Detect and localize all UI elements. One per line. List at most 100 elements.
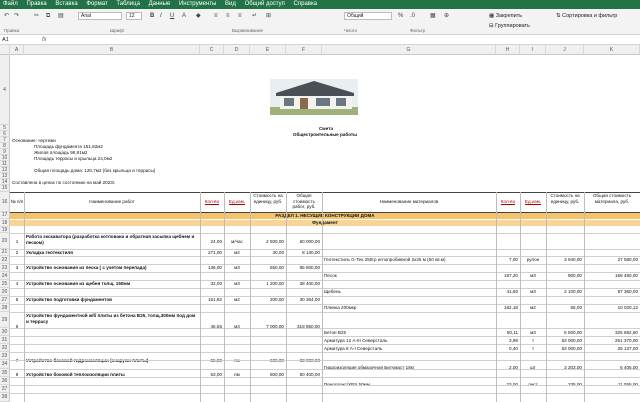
column-header[interactable]: C	[200, 45, 224, 55]
name-box[interactable]: A1	[2, 36, 32, 44]
column-header[interactable]: J	[546, 45, 584, 55]
header-works: Наименование работ	[89, 199, 135, 204]
material-row-unit: м2	[530, 305, 536, 310]
align-right-icon[interactable]: ≡	[238, 12, 242, 20]
row-header[interactable]: 16	[0, 192, 10, 212]
row-header[interactable]: 35	[0, 369, 10, 377]
header-num: № п/п	[10, 199, 24, 204]
row-header[interactable]: 29	[0, 312, 10, 328]
work-row-sum: 8 130,00	[302, 250, 320, 255]
sort-filter-button[interactable]: ⇅ Сортировка и фильтр	[556, 12, 617, 20]
merge-cells-icon[interactable]: ⊞	[266, 12, 271, 20]
col-divider	[224, 192, 225, 402]
toolbar-ribbon: ↶ ↷ ✂ ⧉ ▤ Arial 12 B I U A ◆ ≡ ≡ ≡ ↵ ⊞ О…	[0, 9, 640, 35]
col-divider	[24, 192, 25, 402]
row-header[interactable]: 31	[0, 336, 10, 344]
row-header[interactable]: 22	[0, 256, 10, 264]
row-header[interactable]: 38	[0, 393, 10, 402]
row-header[interactable]: 32	[0, 344, 10, 352]
column-header[interactable]: G	[322, 45, 496, 55]
area-terrace: Площадь террасы и крыльца 24,0м2	[34, 156, 113, 161]
row-header[interactable]: 20	[0, 233, 10, 249]
column-header[interactable]: I	[520, 45, 546, 55]
row-header[interactable]: 18	[0, 219, 10, 227]
header-munit-cost: Стоимость на единицу, руб.	[550, 193, 580, 204]
col-divider	[520, 192, 521, 402]
row-header[interactable]: 37	[0, 385, 10, 393]
bold-icon[interactable]: B	[150, 12, 154, 20]
row-header[interactable]: 17	[0, 212, 10, 219]
menu-format[interactable]: Формат	[86, 0, 107, 9]
work-row-name: Устройство основания из песка ( с учетом…	[26, 265, 147, 270]
undo-icon[interactable]: ↶	[4, 12, 9, 20]
material-row-unit: т	[531, 346, 535, 351]
conditional-format-icon[interactable]: ▦	[430, 12, 436, 20]
row-header[interactable]: 36	[0, 377, 10, 385]
menu-data[interactable]: Данные	[149, 0, 171, 9]
group-button[interactable]: ⊟ Группировать	[489, 22, 530, 30]
percent-icon[interactable]: %	[398, 12, 403, 20]
redo-icon[interactable]: ↷	[14, 12, 19, 20]
font-color-icon[interactable]: A	[182, 12, 186, 20]
estimate-subtitle: Общестроительные работы	[292, 132, 358, 137]
column-header[interactable]: B	[24, 45, 200, 55]
wrap-text-icon[interactable]: ↵	[252, 12, 257, 20]
align-center-icon[interactable]: ≡	[226, 12, 230, 20]
row-header[interactable]: 34	[0, 360, 10, 369]
row-header[interactable]: 23	[0, 264, 10, 272]
work-row-name: Работа экскаватора (разработка котлована…	[26, 234, 195, 245]
row-header[interactable]: 21	[0, 249, 10, 256]
menu-tools[interactable]: Инструменты	[179, 0, 216, 9]
row-header[interactable]: 4	[0, 55, 10, 125]
cut-icon[interactable]: ✂	[34, 12, 39, 20]
fill-color-icon[interactable]: ◆	[196, 12, 201, 20]
row-header[interactable]: 25	[0, 280, 10, 288]
menu-table[interactable]: Таблица	[116, 0, 140, 9]
material-row-unit: м3	[530, 273, 536, 278]
column-header[interactable]: A	[10, 45, 24, 55]
work-row-price: 1 200,00	[266, 281, 284, 286]
col-divider	[250, 192, 251, 402]
material-row-unit: м3	[530, 289, 536, 294]
work-row-name: Устройство фундаментной ж/б плиты из бет…	[26, 313, 196, 324]
underline-icon[interactable]: U	[170, 12, 174, 20]
copy-icon[interactable]: ⧉	[46, 12, 50, 20]
row-header[interactable]: 33	[0, 352, 10, 360]
work-row-qty: 32,00	[210, 281, 223, 286]
menu-help[interactable]: Справка	[294, 0, 318, 9]
work-row-qty: 271,00	[207, 250, 222, 255]
column-header[interactable]: E	[250, 45, 286, 55]
menu-insert[interactable]: Вставка	[55, 0, 77, 9]
italic-icon[interactable]: I	[160, 12, 162, 20]
number-format-select[interactable]: Общий	[344, 12, 392, 20]
font-name-select[interactable]: Arial	[78, 12, 122, 20]
col-divider	[496, 192, 497, 402]
row-header[interactable]: 30	[0, 328, 10, 336]
row-header[interactable]: 28	[0, 304, 10, 312]
font-size-select[interactable]: 12	[126, 12, 142, 20]
menu-view[interactable]: Вид	[225, 0, 236, 9]
column-header[interactable]: F	[286, 45, 322, 55]
menu-edit[interactable]: Правка	[26, 0, 46, 9]
row-header[interactable]: 26	[0, 288, 10, 296]
row-header[interactable]: 15	[0, 185, 10, 192]
align-left-icon[interactable]: ≡	[214, 12, 218, 20]
work-row-name: Укладка геотекстиля	[26, 250, 73, 255]
select-all-corner[interactable]	[0, 45, 10, 55]
column-header[interactable]: H	[496, 45, 520, 55]
header-total: Общая стоимость работ, руб.	[292, 193, 316, 209]
row-header[interactable]: 27	[0, 296, 10, 304]
insert-cells-icon[interactable]: ⊕	[444, 12, 449, 20]
material-row-unit: м3	[530, 330, 536, 335]
freeze-button[interactable]: ▦ Закрепить	[489, 12, 522, 20]
menu-share[interactable]: Общий доступ	[245, 0, 285, 9]
paste-icon[interactable]: ▤	[58, 12, 64, 20]
sheet-grid[interactable]: A B C D E F G H I J K 4 5 6 7 8 9 10 11 …	[0, 45, 640, 402]
group-label-font: Шрифт	[110, 28, 125, 33]
column-header[interactable]: K	[584, 45, 640, 55]
decimal-icon[interactable]: .0	[410, 12, 415, 20]
menu-file[interactable]: Файл	[3, 0, 18, 9]
row-header[interactable]: 24	[0, 272, 10, 280]
column-header[interactable]: D	[224, 45, 250, 55]
header-munit: Ед.изм.	[524, 199, 542, 204]
